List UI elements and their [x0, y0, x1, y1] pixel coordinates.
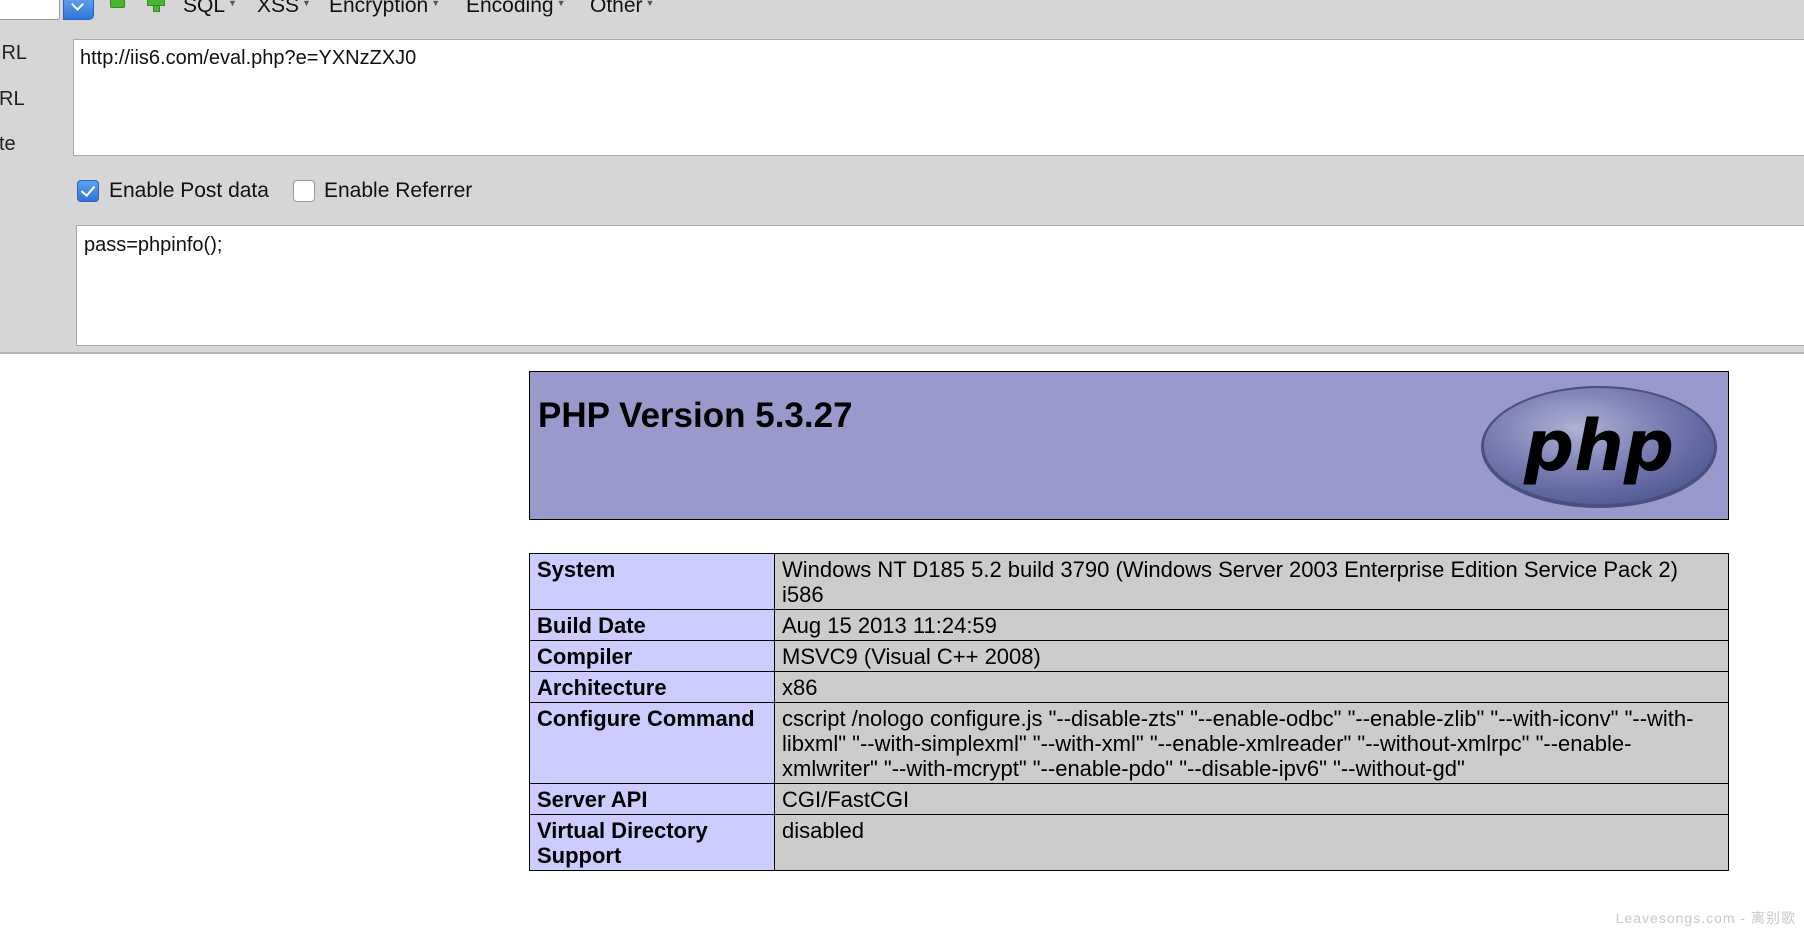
phpinfo-header: PHP Version 5.3.27 php [529, 371, 1729, 520]
menu-label: SQL [183, 0, 226, 17]
row-key: Configure Command [529, 702, 775, 784]
enable-referrer-checkbox[interactable] [293, 180, 315, 202]
caret-down-icon: ▼ [645, 0, 655, 8]
hackbar-panel: SQL▼ XSS▼ Encryption▼ Encoding▼ Other▼ U… [0, 0, 1804, 354]
menu-encryption[interactable]: Encryption ▼ [329, 0, 440, 18]
watermark: Leavesongs.com - 离别歌 [1615, 910, 1796, 926]
menu-other[interactable]: Other ▼ [590, 0, 654, 18]
table-row: Compiler MSVC9 (Visual C++ 2008) [529, 640, 1729, 672]
enable-post-checkbox[interactable] [77, 180, 99, 202]
row-key: System [529, 553, 775, 610]
hackbar-toolbar: SQL ▼ XSS ▼ Encryption ▼ Encoding ▼ Other ▼ [0, 0, 1804, 22]
url-input[interactable]: http://iis6.com/eval.php?e=YXNzZXJ0 [73, 39, 1804, 156]
row-value: cscript /nologo configure.js "--disable-… [774, 702, 1729, 784]
caret-down-icon: ▼ [228, 0, 237, 8]
menu-encoding[interactable]: Encoding ▼ [466, 0, 566, 18]
table-row: Architecture x86 [529, 671, 1729, 703]
table-row: Configure Command cscript /nologo config… [529, 702, 1729, 784]
row-value: x86 [774, 671, 1729, 703]
page-title: PHP Version 5.3.27 [538, 396, 853, 435]
row-key: Build Date [529, 609, 775, 641]
row-value: CGI/FastCGI [774, 783, 1729, 815]
load-url-label[interactable]: URL [0, 42, 27, 65]
load-url-select[interactable] [0, 0, 60, 20]
table-row: System Windows NT D185 5.2 build 3790 (W… [529, 553, 1729, 610]
php-logo-text: php [1523, 405, 1674, 487]
enable-referrer-label[interactable]: Enable Referrer [324, 179, 472, 203]
row-value: disabled [774, 814, 1729, 871]
chevron-down-icon[interactable] [63, 0, 94, 20]
phpinfo-table: System Windows NT D185 5.2 build 3790 (W… [529, 553, 1729, 871]
increase-icon[interactable] [147, 0, 165, 12]
caret-down-icon: ▼ [556, 0, 566, 8]
post-data-input[interactable]: pass=phpinfo(); [76, 225, 1804, 346]
row-value: Windows NT D185 5.2 build 3790 (Windows … [774, 553, 1729, 610]
menu-label: Other [590, 0, 643, 17]
table-row: Server API CGI/FastCGI [529, 783, 1729, 815]
php-logo: php [1481, 386, 1717, 508]
table-row: Virtual Directory Support disabled [529, 814, 1729, 871]
row-value: Aug 15 2013 11:24:59 [774, 609, 1729, 641]
split-url-label[interactable]: RL [0, 88, 25, 111]
menu-label: Encoding [466, 0, 554, 17]
row-key: Compiler [529, 640, 775, 672]
row-key: Architecture [529, 671, 775, 703]
menu-xss[interactable]: XSS ▼ [257, 0, 311, 18]
enable-post-label[interactable]: Enable Post data [109, 179, 269, 203]
decrease-icon[interactable] [110, 0, 125, 8]
menu-sql[interactable]: SQL ▼ [183, 0, 237, 18]
row-value: MSVC9 (Visual C++ 2008) [774, 640, 1729, 672]
row-key: Virtual Directory Support [529, 814, 775, 871]
menu-label: XSS [257, 0, 300, 17]
caret-down-icon: ▼ [431, 0, 441, 8]
row-key: Server API [529, 783, 775, 815]
table-row: Build Date Aug 15 2013 11:24:59 [529, 609, 1729, 641]
menu-label: Encryption [329, 0, 429, 17]
execute-label[interactable]: te [0, 133, 16, 156]
caret-down-icon: ▼ [302, 0, 311, 8]
